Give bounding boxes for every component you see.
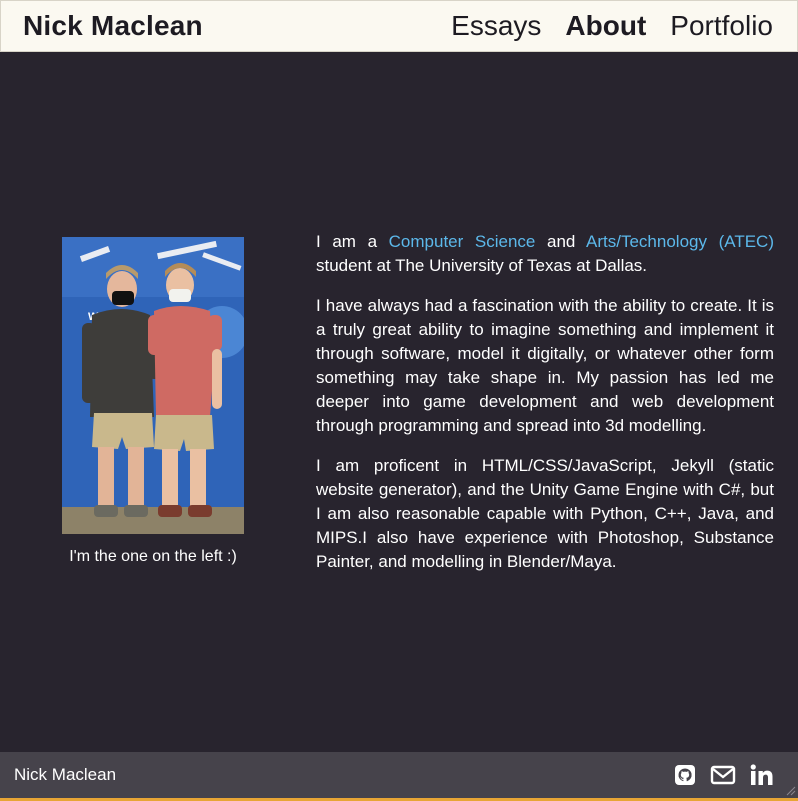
main-nav: Essays About Portfolio (451, 10, 773, 42)
github-icon[interactable] (674, 764, 696, 786)
nav-portfolio[interactable]: Portfolio (670, 10, 773, 42)
bio-paragraph-1: I am a Computer Science and Arts/Technol… (316, 230, 774, 278)
bio-text-segment: I am a (316, 232, 389, 251)
site-title-link[interactable]: Nick Maclean (23, 10, 203, 42)
bio-text-segment: student at The University of Texas at Da… (316, 256, 648, 275)
site-header: Nick Maclean Essays About Portfolio (0, 0, 798, 52)
profile-photo-image: Wal (62, 237, 244, 534)
site-footer: Nick Maclean (0, 752, 798, 798)
bio-text: I am a Computer Science and Arts/Technol… (316, 230, 774, 590)
email-icon[interactable] (710, 764, 736, 786)
social-links (674, 764, 774, 786)
footer-name: Nick Maclean (14, 765, 117, 784)
atec-link[interactable]: Arts/Technology (ATEC) (586, 232, 774, 251)
bio-paragraph-2: I have always had a fascination with the… (316, 296, 774, 435)
resize-grip-icon[interactable] (786, 786, 796, 796)
profile-photo: Wal (62, 237, 244, 534)
linkedin-icon[interactable] (750, 764, 774, 786)
bio-text-segment: and (535, 232, 587, 251)
bio-paragraph-3: I am proficent in HTML/CSS/JavaScript, J… (316, 456, 774, 571)
computer-science-link[interactable]: Computer Science (389, 232, 536, 251)
nav-essays[interactable]: Essays (451, 10, 541, 42)
photo-caption: I'm the one on the left :) (69, 548, 237, 565)
nav-about[interactable]: About (565, 10, 646, 42)
